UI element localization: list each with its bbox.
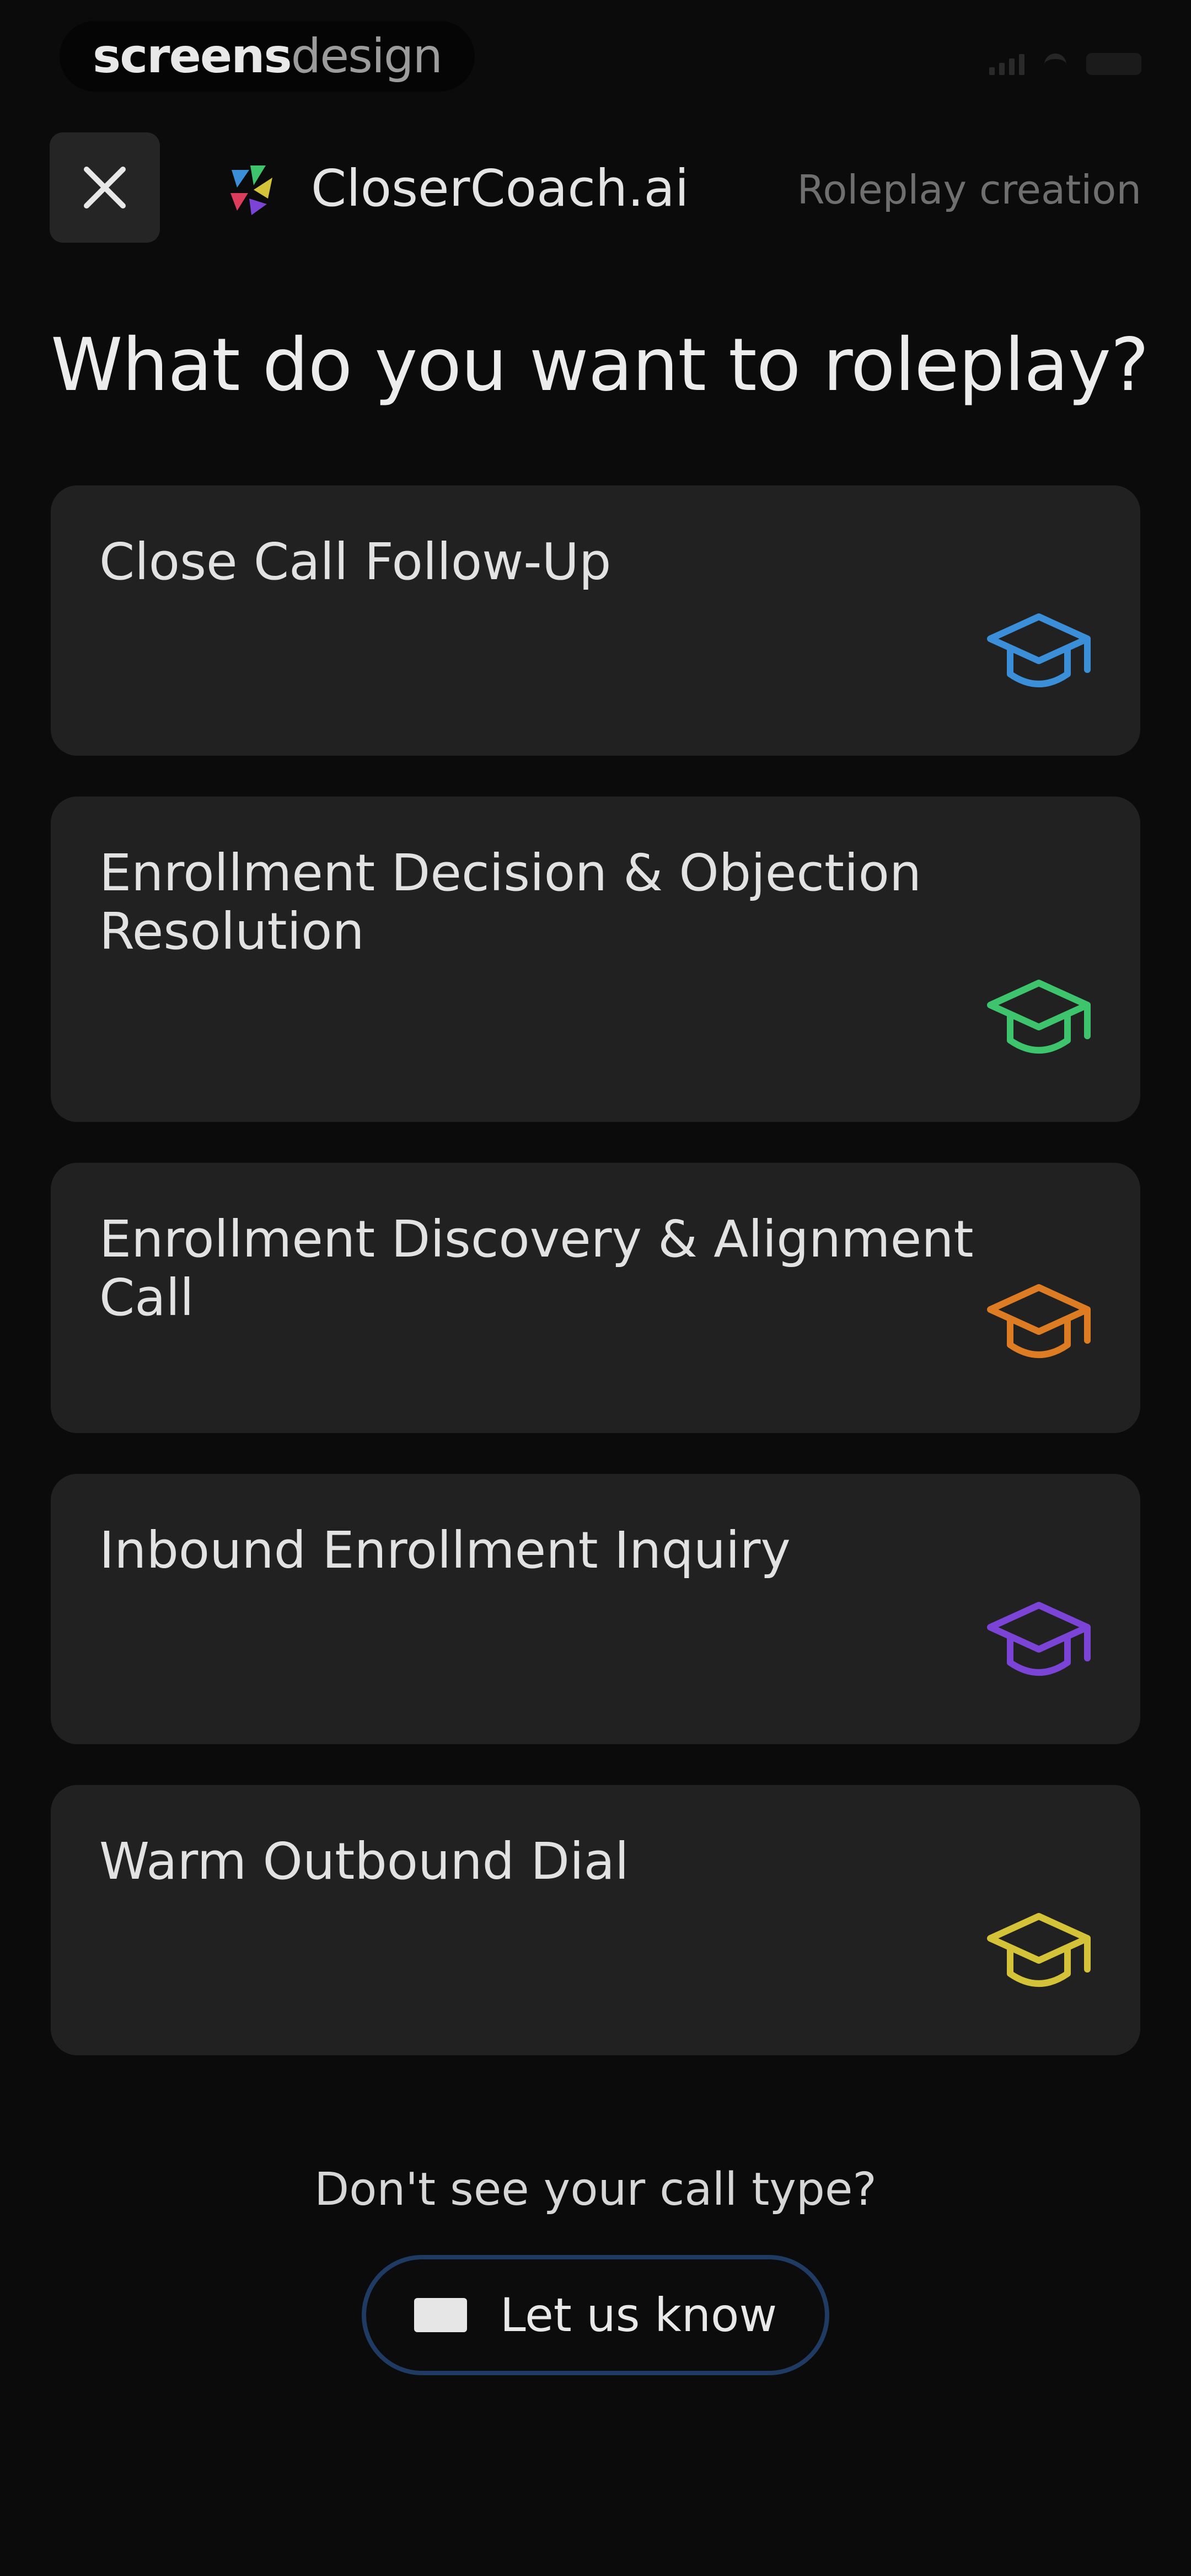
watermark-part-1: screens — [93, 29, 292, 84]
header: CloserCoach.ai Roleplay creation — [0, 132, 1191, 243]
graduation-cap-icon — [987, 1284, 1091, 1358]
option-card-inbound-enrollment-inquiry[interactable]: Inbound Enrollment Inquiry — [51, 1474, 1140, 1744]
status-bar: screens design — [0, 0, 1191, 116]
graduation-cap-icon — [987, 1602, 1091, 1676]
signal-icon — [989, 53, 1024, 75]
graduation-cap-icon — [987, 613, 1091, 687]
let-us-know-label: Let us know — [500, 2288, 777, 2342]
graduation-cap-icon — [987, 1913, 1091, 1987]
option-card-enrollment-discovery[interactable]: Enrollment Discovery & Alignment Call — [51, 1163, 1140, 1433]
brand-name: CloserCoach.ai — [311, 159, 689, 218]
option-title: Inbound Enrollment Inquiry — [99, 1521, 791, 1580]
option-title: Enrollment Decision & Objection Resoluti… — [99, 843, 922, 961]
status-icons — [989, 53, 1141, 75]
option-title: Warm Outbound Dial — [99, 1832, 629, 1891]
screensdesign-watermark: screens design — [60, 21, 475, 92]
page-title: What do you want to roleplay? — [51, 323, 1149, 408]
option-title: Close Call Follow-Up — [99, 532, 611, 591]
battery-icon — [1086, 53, 1141, 75]
watermark-part-2: design — [291, 29, 443, 84]
roleplay-options-list: Close Call Follow-Up Enrollment Decision… — [51, 485, 1140, 2096]
mail-icon — [414, 2298, 467, 2332]
close-button[interactable] — [50, 132, 160, 243]
closercoach-logo-icon — [230, 165, 272, 215]
graduation-cap-icon — [987, 980, 1091, 1054]
close-icon — [84, 167, 126, 209]
option-card-enrollment-decision[interactable]: Enrollment Decision & Objection Resoluti… — [51, 797, 1140, 1122]
option-card-close-call-follow-up[interactable]: Close Call Follow-Up — [51, 485, 1140, 756]
missing-call-type-prompt: Don't see your call type? — [314, 2163, 877, 2216]
wifi-icon — [1044, 54, 1066, 74]
let-us-know-button[interactable]: Let us know — [362, 2255, 829, 2375]
header-context-label: Roleplay creation — [797, 167, 1141, 213]
option-title: Enrollment Discovery & Alignment Call — [99, 1210, 974, 1327]
option-card-warm-outbound-dial[interactable]: Warm Outbound Dial — [51, 1785, 1140, 2055]
